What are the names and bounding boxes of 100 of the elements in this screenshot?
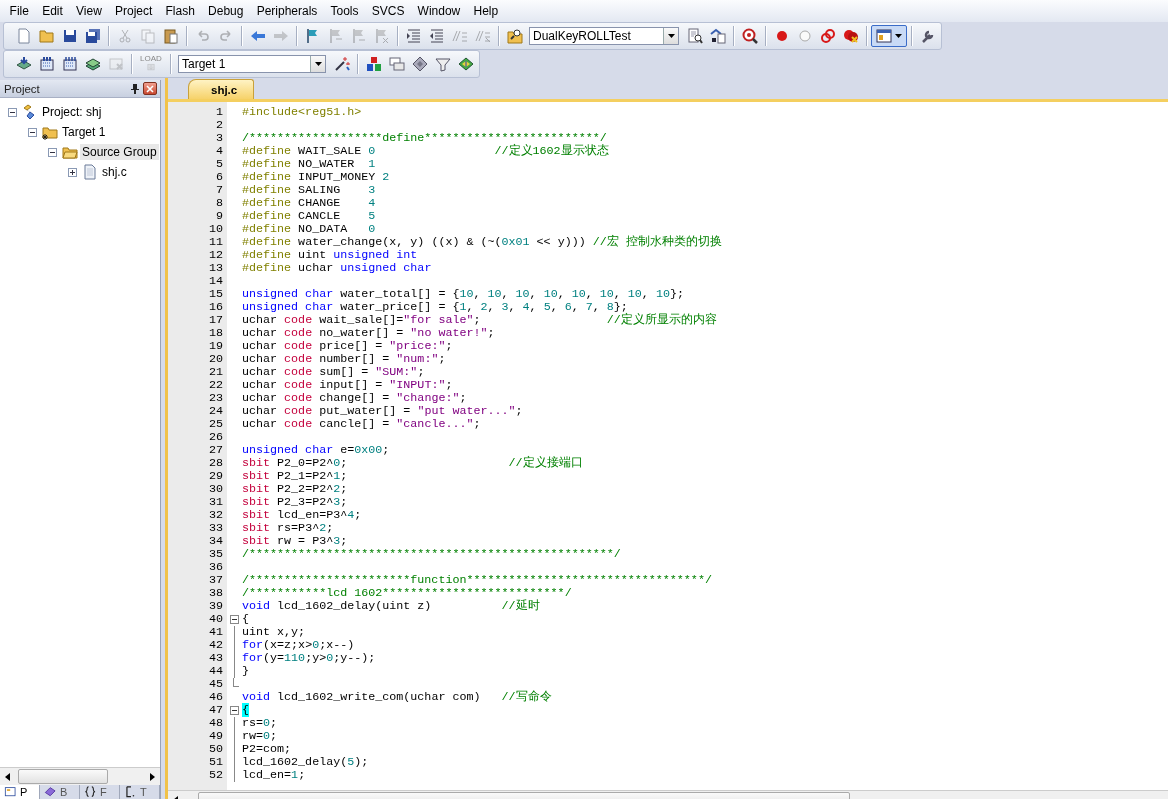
- tree-item[interactable]: shj.c: [100, 164, 129, 180]
- code-line: /***********lcd 1602**************************/: [241, 587, 572, 600]
- window-layout-button[interactable]: [871, 25, 907, 47]
- redo-arrow-icon: [217, 28, 234, 44]
- line-number: 30: [207, 483, 223, 496]
- code-line: sbit rw = P3^3;: [241, 535, 348, 548]
- line-number: 27: [207, 444, 223, 457]
- scrollbar-thumb[interactable]: [18, 769, 108, 784]
- line-number: 5: [215, 158, 223, 171]
- line-number: 7: [215, 184, 223, 197]
- code-line: }: [241, 665, 249, 678]
- code-line: uchar code input[] = "INPUT:";: [241, 379, 453, 392]
- pin-icon[interactable]: [131, 83, 139, 94]
- panel-tab[interactable]: B: [40, 785, 80, 799]
- breakpoint-remove-icon: [842, 28, 859, 44]
- line-number: 40: [207, 613, 223, 626]
- collapse-icon[interactable]: [229, 706, 239, 715]
- menu-item[interactable]: Debug: [201, 2, 251, 20]
- folder-icon: [62, 144, 78, 160]
- funnel-icon: [434, 56, 451, 72]
- menu-item[interactable]: Project: [108, 2, 159, 20]
- menu-item[interactable]: Help: [466, 2, 505, 20]
- collapse-icon[interactable]: [28, 127, 37, 137]
- menu-item[interactable]: View: [69, 2, 109, 20]
- line-number: 17: [207, 314, 223, 327]
- line-number: 33: [207, 522, 223, 535]
- code-line: uchar code change[] = "change:";: [241, 392, 467, 405]
- panel-tab[interactable]: F: [80, 785, 120, 799]
- line-number: 38: [207, 587, 223, 600]
- line-number: 35: [207, 548, 223, 561]
- line-number: 12: [207, 249, 223, 262]
- download-icon: [145, 63, 157, 73]
- line-number: 11: [207, 236, 223, 249]
- line-number: 44: [207, 665, 223, 678]
- code-line: sbit P2_0=P2^0; //定义接端口: [241, 457, 583, 470]
- editor-tab[interactable]: shj.c: [188, 79, 255, 99]
- code-line: rw=0;: [241, 730, 278, 743]
- panel-tab[interactable]: T: [120, 785, 160, 799]
- code-line: sbit P2_3=P2^3;: [241, 496, 348, 509]
- menu-item[interactable]: File: [3, 2, 36, 20]
- flag-icon: [327, 28, 344, 44]
- code-line: #define NO_WATER 1: [241, 158, 376, 171]
- code-line: #define CANCLE 5: [241, 210, 376, 223]
- menu-item[interactable]: Flash: [158, 2, 202, 20]
- code-line: /****************************************************/: [241, 548, 621, 561]
- line-number: 25: [207, 418, 223, 431]
- code-line: #define water_change(x, y) ((x) & (~(0x01 << y))) //宏 控制水种类的切换: [241, 236, 722, 249]
- build-icon: [38, 56, 55, 72]
- menu-item[interactable]: SVCS: [365, 2, 411, 20]
- code-line: #define WAIT_SALE 0 //定义1602显示状态: [241, 145, 609, 158]
- code-line: unsigned char water_price[] = {1, 2, 3, 4, 5, 6, 7, 8};: [241, 301, 628, 314]
- code-line: /*******************define*************************/: [241, 132, 607, 145]
- folder-icon: [38, 28, 55, 44]
- line-number: 10: [207, 223, 223, 236]
- line-number: 21: [207, 366, 223, 379]
- line-number: 36: [207, 561, 223, 574]
- close-button[interactable]: [143, 82, 157, 95]
- line-number: 47: [207, 704, 223, 717]
- line-number: 6: [215, 171, 223, 184]
- line-number: 18: [207, 327, 223, 340]
- package-icon: [457, 56, 474, 72]
- line-number: 52: [207, 769, 223, 782]
- tree-item[interactable]: Source Group: [80, 144, 159, 160]
- dropdown[interactable]: Target 1: [178, 55, 326, 73]
- collapse-icon[interactable]: [48, 147, 57, 157]
- dropdown[interactable]: DualKeyROLLTest: [529, 27, 679, 45]
- menu-item[interactable]: Edit: [35, 2, 70, 20]
- caret-icon: [314, 62, 322, 66]
- code-line: #define CHANGE 4: [241, 197, 376, 210]
- code-line: #define uchar unsigned char: [241, 262, 432, 275]
- scissors-icon: [116, 28, 133, 44]
- caret-icon: [895, 34, 902, 38]
- code-line: lcd_en=1;: [241, 769, 306, 782]
- collapse-icon[interactable]: [8, 107, 17, 117]
- expand-icon[interactable]: [68, 167, 77, 177]
- line-number: 2: [215, 119, 223, 132]
- code-line: for(y=110;y>0;y--);: [241, 652, 376, 665]
- line-number: 34: [207, 535, 223, 548]
- line-number: 46: [207, 691, 223, 704]
- caret-icon: [667, 34, 675, 38]
- line-number: 15: [207, 288, 223, 301]
- menu-item[interactable]: Window: [411, 2, 467, 20]
- collapse-icon[interactable]: [229, 615, 239, 624]
- folder-icon: [42, 124, 58, 140]
- right-arrow-icon: [272, 28, 289, 44]
- line-number: 32: [207, 509, 223, 522]
- page-arrow-icon: [709, 28, 726, 44]
- panel-tab[interactable]: P: [0, 785, 40, 799]
- tree-item[interactable]: Target 1: [60, 124, 108, 140]
- tree-item[interactable]: Project: shj: [40, 104, 104, 120]
- pages-icon: [139, 28, 156, 44]
- code-line: lcd_1602_delay(5);: [241, 756, 369, 769]
- page-search-icon: [686, 28, 703, 44]
- build-icon: [61, 56, 78, 72]
- menu-item[interactable]: Tools: [323, 2, 366, 20]
- folder-search-icon: [506, 28, 523, 44]
- code-line: P2=com;: [241, 743, 292, 756]
- line-number: 1: [215, 106, 223, 119]
- code-line: for(x=z;x>0;x--): [241, 639, 355, 652]
- menu-item[interactable]: Peripherals: [250, 2, 324, 20]
